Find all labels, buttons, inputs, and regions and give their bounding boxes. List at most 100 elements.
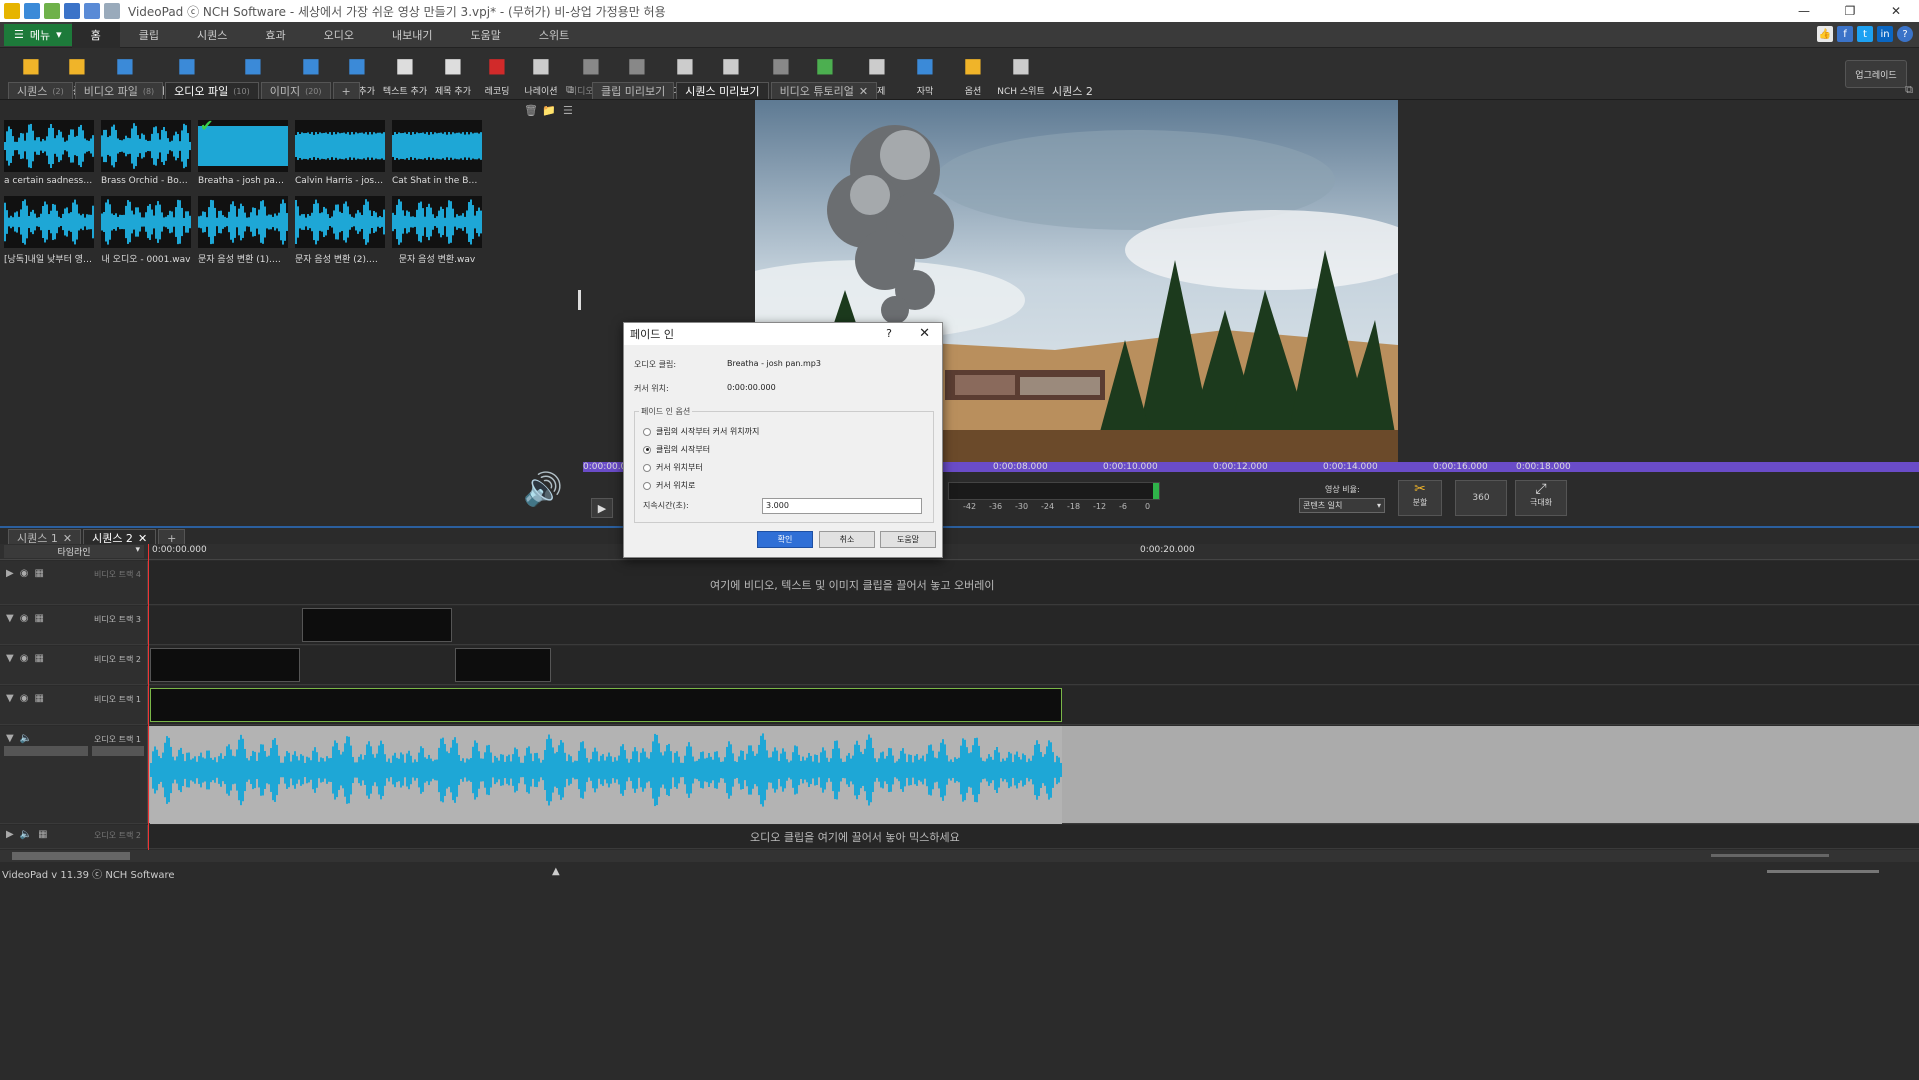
eye-icon[interactable]: ◉ [20,613,29,624]
tab-video-tutorial[interactable]: 비디오 튜토리얼 ✕ [770,82,878,99]
undock-icon[interactable]: ⧉ [566,83,574,97]
collapse-icon[interactable]: ▼ [6,613,14,624]
tab-help[interactable]: 도움말 [452,22,520,48]
undock-icon[interactable]: ⧉ [1905,83,1913,97]
close-icon[interactable]: ✕ [919,326,930,341]
tab-clip[interactable]: 클립 [120,22,178,48]
volume-slider[interactable] [4,746,88,756]
playhead[interactable] [148,544,149,850]
timeline-mode-select[interactable]: 타임라인 ▾ [4,545,144,558]
panel-toggle-icon[interactable]: ▲ [552,866,560,877]
undo-icon[interactable] [84,3,100,19]
tab-images[interactable]: 이미지 (20) [260,82,331,99]
tab-effects[interactable]: 효과 [246,22,304,48]
video-clip[interactable] [150,688,1062,722]
facebook-icon[interactable]: f [1837,26,1853,42]
master-volume-slider[interactable] [1767,870,1879,873]
option-start-to-cursor[interactable]: 클립의 시작부터 커서 위치까지 [643,426,759,437]
zoom-slider[interactable] [1711,854,1829,857]
help-icon[interactable]: ? [1897,26,1913,42]
trash-icon[interactable]: 🗑 [524,104,538,117]
twitter-icon[interactable]: t [1857,26,1873,42]
new-project-icon[interactable] [24,3,40,19]
eye-icon[interactable]: ◉ [20,693,29,704]
tab-audio[interactable]: 오디오 [305,22,373,48]
video-clip[interactable] [150,648,300,682]
tab-suite[interactable]: 스위트 [520,22,588,48]
tab-sequence[interactable]: 시퀀스 [178,22,246,48]
redo-icon[interactable] [104,3,120,19]
option-to-cursor[interactable]: 커서 위치로 [643,480,695,491]
save-icon[interactable] [64,3,80,19]
blend-icon[interactable]: ▦ [34,613,43,624]
add-tab-button[interactable]: + [332,82,360,99]
speaker-icon[interactable]: 🔈 [20,829,32,840]
maximize-button[interactable]: ⤢ 극대화 [1515,480,1567,516]
collapse-icon[interactable]: ▼ [6,733,14,744]
media-item[interactable]: Brass Orchid - Bobby ... [101,120,191,186]
video-clip[interactable] [302,608,452,642]
restore-button[interactable]: ❐ [1827,0,1873,22]
expand-icon[interactable]: ▶ [6,568,14,579]
media-item[interactable]: 문자 음성 변환 (1).wav [198,196,288,265]
tab-audio-files[interactable]: 오디오 파일 (10) [165,82,259,99]
expand-icon[interactable]: ▶ [6,829,14,840]
new-folder-icon[interactable]: 📁 [542,104,556,117]
tab-sequences[interactable]: 시퀀스 (2) [8,82,73,99]
media-item[interactable]: a certain sadness.wav [4,120,94,186]
volume-icon[interactable]: 🔊 [523,470,563,508]
pan-slider[interactable] [92,746,144,756]
media-item[interactable]: ✔ Breatha - josh pan.mp3 [198,120,288,186]
aspect-select[interactable]: 콘텐츠 일치 ▾ [1299,498,1385,513]
media-item[interactable]: Cat Shat in the Box - J... [392,120,482,186]
tab-sequence-preview[interactable]: 시퀀스 미리보기 [676,82,769,99]
collapse-icon[interactable]: ▼ [6,693,14,704]
close-button[interactable]: ✕ [1873,0,1919,22]
blend-icon[interactable]: ▦ [34,568,43,579]
list-view-icon[interactable]: ☰ [563,104,573,117]
linkedin-icon[interactable]: in [1877,26,1893,42]
close-tab-icon[interactable]: ✕ [63,532,72,545]
open-project-icon[interactable] [44,3,60,19]
like-icon[interactable]: 👍 [1817,26,1833,42]
option-label: 클립의 시작부터 [656,445,711,454]
play-button[interactable]: ▶ [591,498,613,518]
video-clip[interactable] [455,648,551,682]
tab-video-files[interactable]: 비디오 파일 (8) [74,82,164,99]
option-from-cursor[interactable]: 커서 위치부터 [643,462,703,473]
media-item[interactable]: 문자 음성 변환.wav [392,196,482,265]
minimize-button[interactable]: — [1781,0,1827,22]
blend-icon[interactable]: ▦ [34,693,43,704]
blend-icon[interactable]: ▦ [38,829,47,840]
blend-icon[interactable]: ▦ [34,653,43,664]
tab-home[interactable]: 홈 [71,21,120,48]
split-button[interactable]: ✂ 분할 [1398,480,1442,516]
tab-export[interactable]: 내보내기 [373,22,451,48]
tab-clip-preview[interactable]: 클립 미리보기 [592,82,675,99]
vr360-button[interactable]: 360 [1455,480,1507,516]
help-icon[interactable]: ? [886,327,892,340]
duration-input[interactable]: 3.000 [762,498,922,514]
eye-icon[interactable]: ◉ [20,568,29,579]
toolbar-nch-suite-button[interactable]: ■ NCH 스위트 [990,52,1052,97]
cancel-button[interactable]: 취소 [819,531,875,548]
close-tab-icon[interactable]: ✕ [859,85,868,98]
timeline-ruler[interactable]: 타임라인 ▾ 0:00:00.000 0:00:20.000 [0,544,1919,560]
media-item[interactable]: Calvin Harris - josh p... [295,120,385,186]
scroll-thumb[interactable] [12,852,130,860]
media-item[interactable]: [낭독]내일 낮부터 영상... [4,196,94,265]
horizontal-scrollbar[interactable] [0,850,1919,862]
media-item[interactable]: 문자 음성 변환 (2).wav [295,196,385,265]
speaker-icon[interactable]: 🔈 [20,733,32,744]
splitter-handle[interactable] [578,290,581,310]
main-menu-button[interactable]: ☰ 메뉴 ▾ [4,23,72,46]
close-tab-icon[interactable]: ✕ [138,532,147,545]
collapse-icon[interactable]: ▼ [6,653,14,664]
option-from-start[interactable]: 클립의 시작부터 [643,444,710,455]
media-item[interactable]: 내 오디오 - 0001.wav [101,196,191,265]
ok-button[interactable]: 확인 [757,531,813,548]
audio-clip[interactable] [150,726,1062,824]
help-button[interactable]: 도움말 [880,531,936,548]
eye-icon[interactable]: ◉ [20,653,29,664]
upgrade-button[interactable]: 업그레이드 [1845,60,1907,88]
